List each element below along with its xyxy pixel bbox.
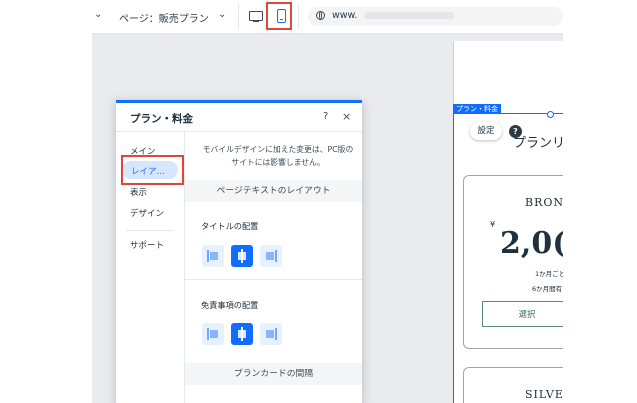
globe-icon [316, 11, 325, 20]
align-center-icon [238, 252, 246, 260]
plan-price: 2,0( [500, 226, 563, 261]
section-header: ページテキストのレイアウト [185, 180, 362, 202]
layout-tab-highlight [121, 155, 184, 185]
plan-list-title: プランリ [513, 136, 563, 151]
divider [185, 279, 362, 280]
divider [126, 230, 174, 231]
currency-symbol: ¥ [490, 220, 496, 229]
settings-button[interactable]: 設定 [470, 122, 502, 140]
plan-tier: SILVE [525, 388, 563, 401]
divider [298, 4, 299, 29]
align-center-button[interactable] [231, 323, 253, 345]
panel-content: モバイルデザインに加えた変更は、PC版のサイトには影響しません。 ページテキスト… [185, 132, 362, 403]
mobile-view-highlight [266, 2, 292, 30]
align-right-icon [275, 250, 277, 262]
align-center-button[interactable] [231, 245, 253, 267]
align-right-icon [266, 252, 274, 260]
align-center-icon [238, 330, 246, 338]
panel-title: プラン・料金 [130, 113, 193, 125]
plans-settings-panel: プラン・料金 ? × メイン レイア… 表示 デザイン サポート モバイルデザイ… [116, 100, 362, 403]
chevron-down-icon[interactable]: ⌄ [218, 9, 226, 20]
align-right-button[interactable] [260, 245, 282, 267]
plan-tier: BRONZ [525, 196, 563, 209]
disclaimer-alignment-label: 免責事項の配置 [201, 300, 259, 310]
nav-item-display[interactable]: 表示 [130, 186, 147, 198]
resize-handle[interactable] [547, 111, 554, 118]
select-plan-button[interactable]: 選択 [482, 301, 563, 327]
align-left-button[interactable] [202, 323, 224, 345]
chevron-down-icon[interactable]: ⌄ [94, 9, 102, 20]
align-left-icon [210, 330, 218, 338]
mobile-notice: モバイルデザインに加えた変更は、PC版のサイトには影響しません。 [202, 145, 354, 167]
url-text: www. [332, 10, 358, 21]
divider [238, 4, 239, 29]
help-icon[interactable]: ? [323, 111, 328, 122]
plan-duration: 6か月間有 [532, 285, 563, 293]
align-right-icon [266, 330, 274, 338]
selection-outline [453, 113, 454, 403]
billing-cycle: 1か月ごと [535, 270, 563, 278]
align-right-button[interactable] [260, 323, 282, 345]
url-redacted [364, 12, 454, 19]
nav-item-support[interactable]: サポート [130, 239, 164, 251]
selection-tag[interactable]: プラン・料金 [453, 104, 501, 114]
align-right-icon [275, 328, 277, 340]
nav-item-design[interactable]: デザイン [130, 207, 164, 219]
align-left-icon [207, 250, 209, 262]
top-bar: ⌄ ページ：販売プラン ⌄ www. [92, 0, 563, 34]
close-icon[interactable]: × [342, 110, 351, 123]
page-selector[interactable]: ページ：販売プラン [119, 10, 209, 25]
title-alignment-label: タイトルの配置 [201, 221, 259, 231]
align-left-icon [210, 252, 218, 260]
align-left-button[interactable] [202, 245, 224, 267]
panel-header[interactable]: プラン・料金 ? × [116, 103, 362, 132]
align-left-icon [207, 328, 209, 340]
desktop-icon[interactable] [249, 11, 263, 23]
section-header: プランカードの間隔 [185, 363, 362, 385]
editor-app: ⌄ ページ：販売プラン ⌄ www. プラン・料金 設定 ? プランリ BRON… [92, 0, 563, 403]
